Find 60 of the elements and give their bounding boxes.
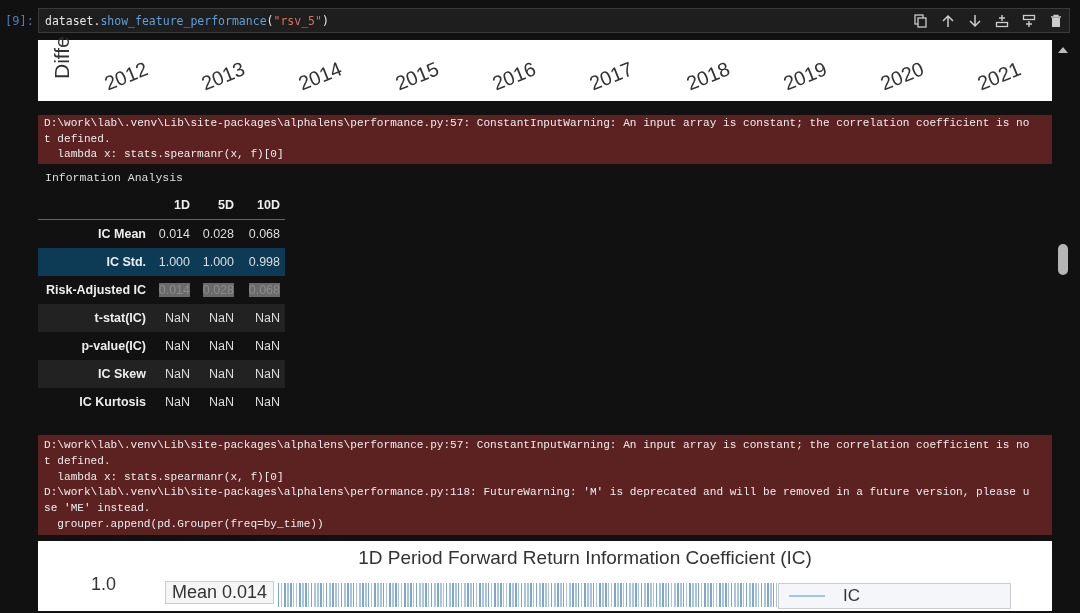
warning-output: D:\work\lab\.venv\Lib\site-packages\alphalens\performance.py:57: ConstantInputWarning: An input array is constant; the correlation coefficient is no t defined. lambda x: stats.spearmanr(x, f)[0] D:\work\lab\.venv\Lib\site-packages\alphalens\performance.py:118: FutureWarning: 'M' is deprecated and will be removed in a future version, please u se 'ME' instead. grouper.append(pd.Grouper(freq=by_time)) — [38, 435, 1052, 536]
axis-tick-label: 1.0 — [89, 574, 116, 596]
axis-tick-label: 2015 — [392, 57, 443, 95]
trash-icon[interactable] — [1049, 13, 1063, 28]
table-cell: NaN — [165, 339, 190, 354]
axis-tick-label: 2019 — [780, 57, 831, 95]
scroll-thumb[interactable] — [1058, 244, 1068, 275]
stats-label: Mean 0.014 — [165, 581, 275, 605]
legend-label: IC — [843, 586, 861, 607]
table-cell: NaN — [165, 311, 190, 326]
legend-line-icon — [789, 594, 826, 599]
axis-tick-label: 2014 — [295, 57, 346, 95]
column-header: 5D — [217, 198, 235, 213]
table-cell: NaN — [209, 395, 234, 410]
axis-tick-label: 2021 — [974, 57, 1025, 95]
table-cell: 0.998 — [248, 255, 280, 270]
axis-tick-label: 2020 — [877, 57, 928, 95]
table-cell: NaN — [209, 311, 234, 326]
table-cell: NaN — [255, 395, 280, 410]
code-cell[interactable]: dataset.show_feature_performance("rsv_5") — [38, 8, 1070, 33]
table-cell: NaN — [165, 367, 190, 382]
table-cell: NaN — [209, 339, 234, 354]
axis-tick-label: 2012 — [101, 57, 152, 95]
insert-above-icon[interactable] — [995, 13, 1009, 28]
column-header: 1D — [173, 198, 191, 213]
arrow-up-icon[interactable] — [941, 13, 955, 28]
scroll-up-icon[interactable] — [1057, 46, 1069, 54]
row-header: Risk-Adjusted IC — [45, 283, 147, 298]
table-cell: 0.014 — [158, 227, 190, 242]
table-cell: 0.068 — [248, 227, 280, 242]
axis-tick-label: 2017 — [586, 57, 637, 95]
table-cell: NaN — [255, 311, 280, 326]
row-header: t-stat(IC) — [93, 311, 147, 326]
row-header: IC Mean — [97, 227, 147, 242]
table-cell: 0.028 — [202, 227, 234, 242]
axis-tick-label: 2016 — [489, 57, 540, 95]
section-title: Information Analysis — [45, 171, 185, 187]
insert-below-icon[interactable] — [1022, 13, 1036, 28]
axis-tick-label: 2013 — [198, 57, 249, 95]
row-header: p-value(IC) — [80, 339, 147, 354]
arrow-down-icon[interactable] — [968, 13, 982, 28]
table-cell: NaN — [165, 395, 190, 410]
table-row[interactable]: IC Skew NaN NaN NaN — [38, 360, 285, 389]
cell-prompt: [9]: — [4, 13, 35, 28]
table-cell: 1.000 — [202, 255, 234, 270]
table-cell: NaN — [209, 367, 234, 382]
row-header: IC Std. — [105, 255, 147, 270]
table-cell: NaN — [255, 339, 280, 354]
table-cell: 1.000 — [158, 255, 190, 270]
table-cell: NaN — [255, 367, 280, 382]
table-row[interactable]: t-stat(IC) NaN NaN NaN — [38, 304, 285, 333]
warning-output: D:\work\lab\.venv\Lib\site-packages\alphalens\performance.py:57: ConstantInputWarning: An input array is constant; the correlation coefficient is no t defined. lambda x: stats.spearmanr(x, f)[0] — [38, 115, 1052, 165]
axis-tick-label: 2018 — [683, 57, 734, 95]
copy-icon[interactable] — [914, 13, 928, 28]
table-row[interactable]: IC Std. 1.000 1.000 0.998 — [38, 248, 285, 277]
row-header: IC Kurtosis — [78, 395, 147, 410]
row-header: IC Skew — [97, 367, 147, 382]
column-header: 10D — [256, 198, 281, 213]
code-line: dataset.show_feature_performance("rsv_5") — [45, 13, 330, 28]
chart-title: 1D Period Forward Return Information Coefficient (IC) — [357, 547, 813, 571]
